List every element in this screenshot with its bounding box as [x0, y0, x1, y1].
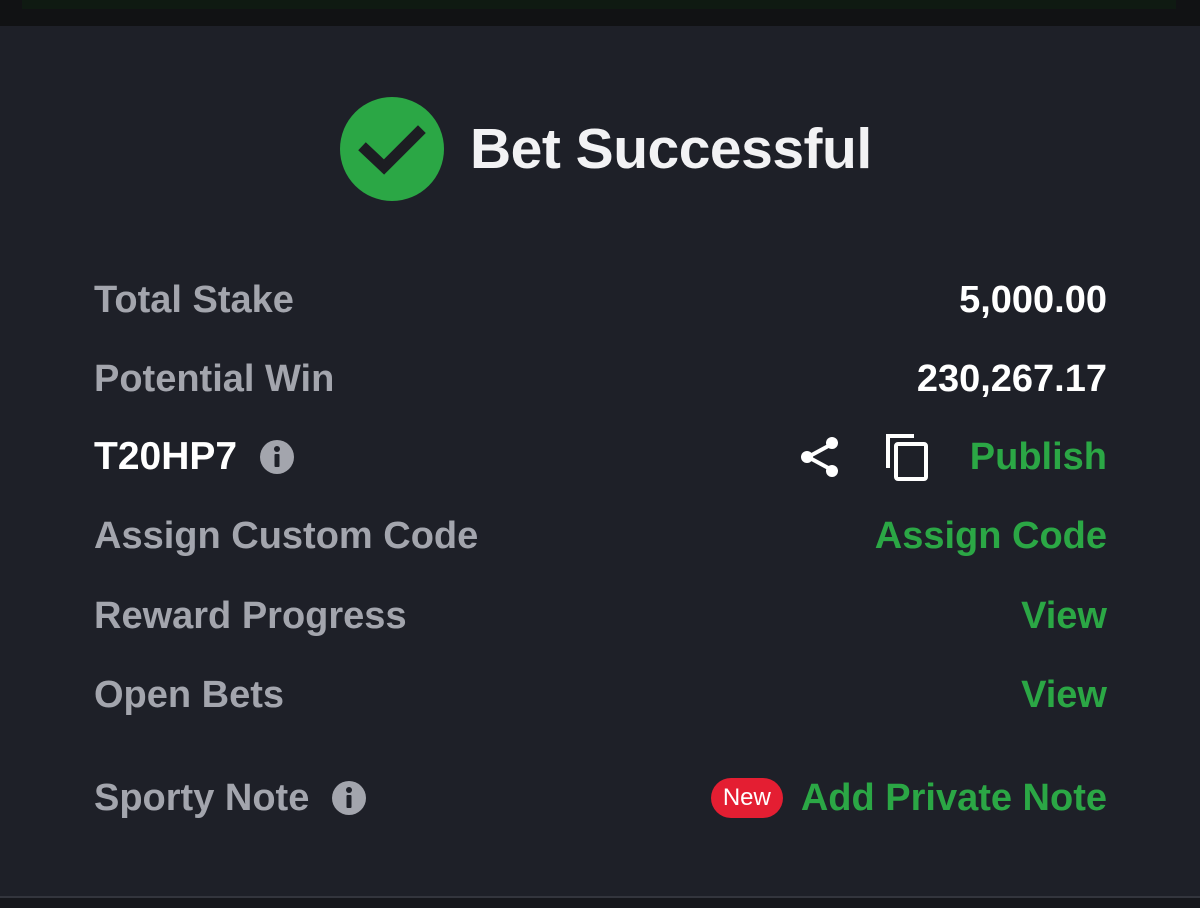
sporty-note-actions: New Add Private Note: [710, 777, 1107, 820]
sporty-note-label-group: Sporty Note: [94, 777, 367, 820]
top-strip: [0, 0, 1200, 26]
assign-code-button[interactable]: Assign Code: [875, 515, 1107, 558]
copy-icon[interactable]: [884, 432, 930, 482]
booking-code-text: T20HP7: [94, 435, 238, 478]
reward-progress-label: Reward Progress: [94, 594, 407, 637]
new-badge: New: [710, 778, 783, 818]
total-stake-value: 5,000.00: [959, 278, 1107, 321]
page-title: Bet Successful: [470, 117, 872, 181]
publish-button[interactable]: Publish: [970, 436, 1107, 479]
reward-progress-row: Reward Progress View: [94, 586, 1107, 646]
total-stake-label: Total Stake: [94, 278, 294, 321]
bottom-divider: [0, 896, 1200, 908]
custom-code-row: Assign Custom Code Assign Code: [94, 506, 1107, 566]
potential-win-value: 230,267.17: [916, 357, 1107, 400]
reward-progress-view-button[interactable]: View: [1021, 595, 1107, 638]
sporty-note-row: Sporty Note New Add Private Note: [94, 768, 1107, 828]
open-bets-view-button[interactable]: View: [1021, 674, 1107, 717]
bet-confirmation-panel: Bet Successful Total Stake 5,000.00 Pote…: [0, 0, 1200, 908]
open-bets-label: Open Bets: [94, 673, 285, 716]
bet-success-header: Bet Successful: [340, 96, 872, 202]
total-stake-row: Total Stake 5,000.00: [94, 270, 1107, 330]
potential-win-label: Potential Win: [94, 357, 335, 400]
booking-code-row: T20HP7 Publish: [94, 427, 1107, 487]
sporty-note-label: Sporty Note: [94, 776, 310, 819]
booking-code: T20HP7: [94, 435, 295, 479]
check-circle-icon: [340, 97, 444, 201]
info-icon[interactable]: [259, 439, 295, 475]
booking-code-actions: Publish: [798, 432, 1107, 482]
custom-code-label: Assign Custom Code: [94, 514, 479, 557]
add-private-note-button[interactable]: Add Private Note: [801, 777, 1107, 820]
info-icon[interactable]: [331, 780, 367, 816]
potential-win-row: Potential Win 230,267.17: [94, 349, 1107, 409]
open-bets-row: Open Bets View: [94, 665, 1107, 725]
share-icon[interactable]: [798, 435, 842, 479]
top-strip-inner: [22, 0, 1176, 9]
